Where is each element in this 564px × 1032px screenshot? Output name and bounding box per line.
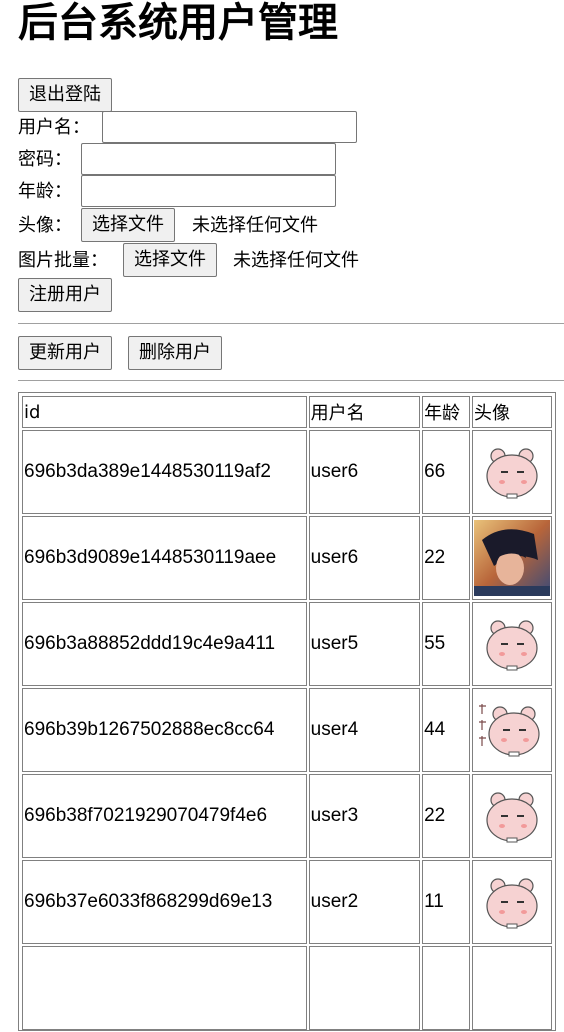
cell-avatar	[471, 516, 552, 600]
username-label: 用户名：	[18, 117, 90, 138]
batch-no-file-text: 未选择任何文件	[233, 250, 359, 271]
cell-age: 22	[422, 774, 470, 858]
cartoon-bear-avatar	[486, 620, 538, 671]
table-header-row: id 用户名 年龄 头像	[22, 396, 552, 428]
update-user-button[interactable]: 更新用户	[18, 336, 112, 370]
avatar-no-file-text: 未选择任何文件	[192, 215, 318, 236]
cell-username	[308, 946, 421, 1030]
divider	[18, 380, 564, 381]
table-row[interactable]: 696b3d9089e1448530119aee user6 22	[22, 516, 552, 600]
table-row[interactable]: 696b38f7021929070479f4e6 user3 22	[22, 774, 552, 858]
cell-avatar	[471, 946, 552, 1030]
logout-button[interactable]: 退出登陆	[18, 78, 112, 112]
cell-age: 22	[422, 516, 470, 600]
register-button[interactable]: 注册用户	[18, 278, 112, 312]
avatar-choose-file-button[interactable]: 选择文件	[81, 208, 175, 242]
cartoon-bear-avatar	[486, 792, 538, 843]
table-row[interactable]: 696b3da389e1448530119af2 user6 66	[22, 430, 552, 514]
cell-username: user3	[308, 774, 421, 858]
cell-id: 696b3da389e1448530119af2	[22, 430, 307, 514]
table-row[interactable]: 696b37e6033f868299d69e13 user2 11	[22, 860, 552, 944]
cell-id: 696b37e6033f868299d69e13	[22, 860, 307, 944]
cartoon-bear-avatar	[486, 448, 538, 499]
cell-age: 66	[422, 430, 470, 514]
cell-avatar	[471, 602, 552, 686]
page: 后台系统用户管理 退出登陆 用户名： 密码： 年龄： 头像： 选择文件 未选择任…	[0, 0, 564, 1031]
avatar-label: 头像：	[18, 215, 72, 236]
cell-avatar	[471, 688, 552, 772]
photo-portrait-avatar	[473, 520, 550, 596]
age-input[interactable]	[81, 175, 336, 207]
header-username: 用户名	[308, 396, 421, 428]
batch-choose-file-button[interactable]: 选择文件	[123, 243, 217, 277]
header-avatar: 头像	[471, 396, 552, 428]
cartoon-bear-avatar	[486, 878, 538, 929]
cell-username: user5	[308, 602, 421, 686]
divider	[18, 323, 564, 324]
cell-age: 55	[422, 602, 470, 686]
cell-id: 696b3a88852ddd19c4e9a411	[22, 602, 307, 686]
age-label: 年龄：	[18, 181, 72, 202]
cell-age: 44	[422, 688, 470, 772]
cell-username: user4	[308, 688, 421, 772]
cell-age	[422, 946, 470, 1030]
cartoon-bear-avatar	[478, 704, 540, 757]
users-table: id 用户名 年龄 头像 696b3da389e1448530119af2 us…	[20, 394, 554, 1032]
header-id: id	[22, 396, 307, 428]
password-input[interactable]	[81, 143, 336, 175]
cell-id	[22, 946, 307, 1030]
table-row[interactable]	[22, 946, 552, 1030]
cell-username: user6	[308, 516, 421, 600]
cell-username: user6	[308, 430, 421, 514]
header-age: 年龄	[422, 396, 470, 428]
cell-id: 696b39b1267502888ec8cc64	[22, 688, 307, 772]
batch-images-label: 图片批量：	[18, 250, 108, 271]
username-input[interactable]	[102, 111, 357, 143]
password-label: 密码：	[18, 149, 72, 170]
cell-age: 11	[422, 860, 470, 944]
users-table-frame: id 用户名 年龄 头像 696b3da389e1448530119af2 us…	[18, 392, 556, 1031]
table-row[interactable]: 696b3a88852ddd19c4e9a411 user5 55	[22, 602, 552, 686]
page-title: 后台系统用户管理	[18, 0, 338, 46]
cell-id: 696b38f7021929070479f4e6	[22, 774, 307, 858]
cell-avatar	[471, 860, 552, 944]
cell-id: 696b3d9089e1448530119aee	[22, 516, 307, 600]
delete-user-button[interactable]: 删除用户	[128, 336, 222, 370]
table-row[interactable]: 696b39b1267502888ec8cc64 user4 44	[22, 688, 552, 772]
cell-avatar	[471, 774, 552, 858]
cell-username: user2	[308, 860, 421, 944]
cell-avatar	[471, 430, 552, 514]
